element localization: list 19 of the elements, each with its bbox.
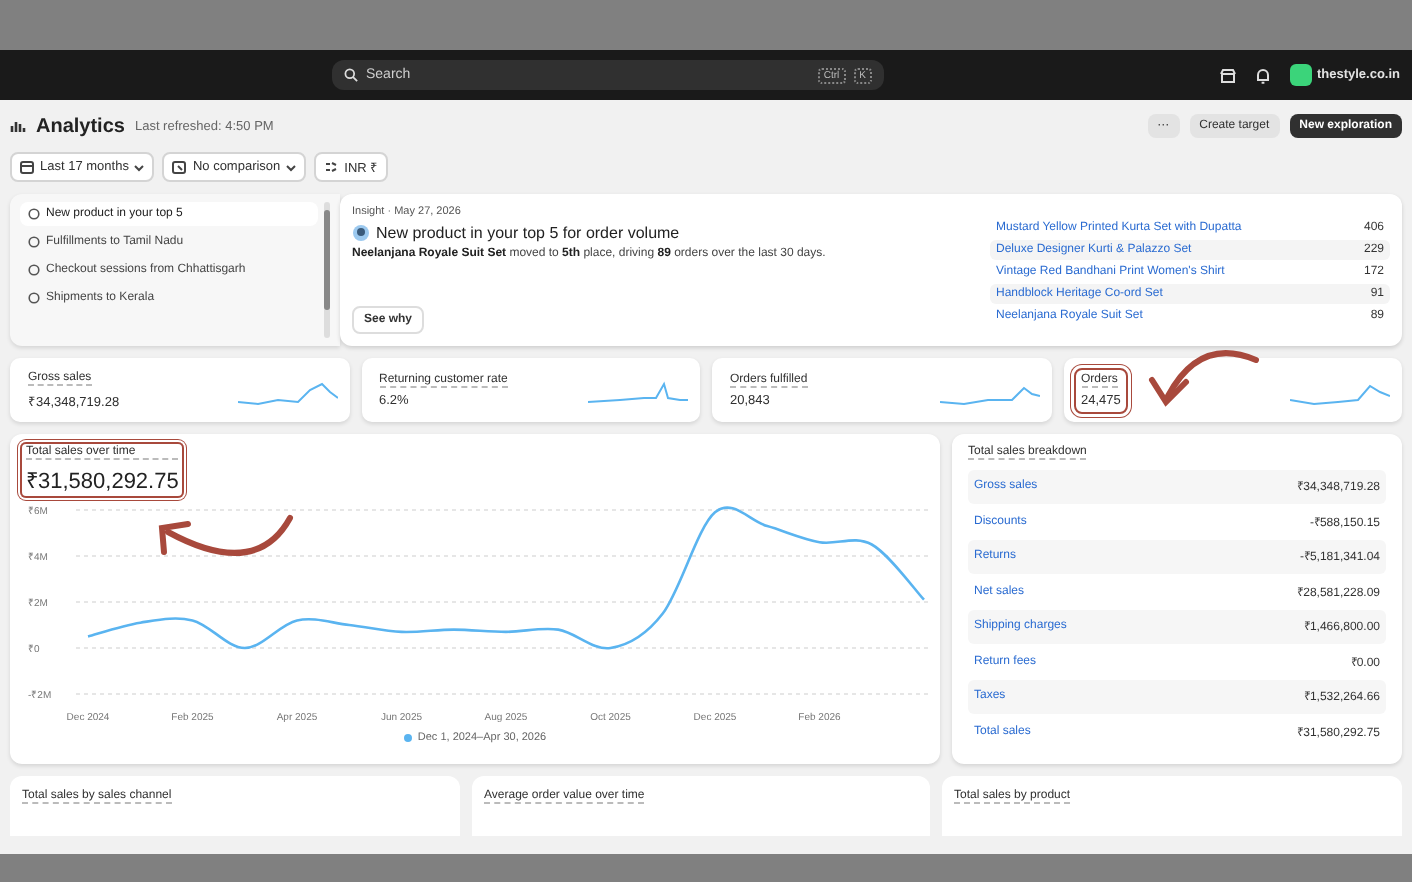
total-sales-value: ₹31,580,292.75: [26, 468, 179, 494]
arrow-drawing: [1149, 350, 1259, 407]
circle-icon: [28, 264, 40, 276]
circle-icon: [28, 236, 40, 248]
circle-icon: [28, 292, 40, 304]
avatar[interactable]: [1290, 64, 1313, 86]
badge-icon: [352, 224, 370, 242]
scrollbar[interactable]: [324, 202, 330, 338]
insight-headline: New product in your top 5 for order volume: [376, 224, 680, 242]
caret-icon: [134, 163, 145, 171]
search-icon: [344, 68, 358, 82]
circle-icon: [28, 208, 40, 220]
arrow-drawing: [158, 515, 293, 556]
storefront-icon[interactable]: [1220, 67, 1237, 83]
bell-icon[interactable]: [1256, 67, 1271, 83]
chart-icon: [10, 118, 26, 134]
legend-dot: [403, 734, 412, 742]
caret-icon: [286, 163, 297, 171]
page-title: Analytics: [36, 115, 125, 137]
